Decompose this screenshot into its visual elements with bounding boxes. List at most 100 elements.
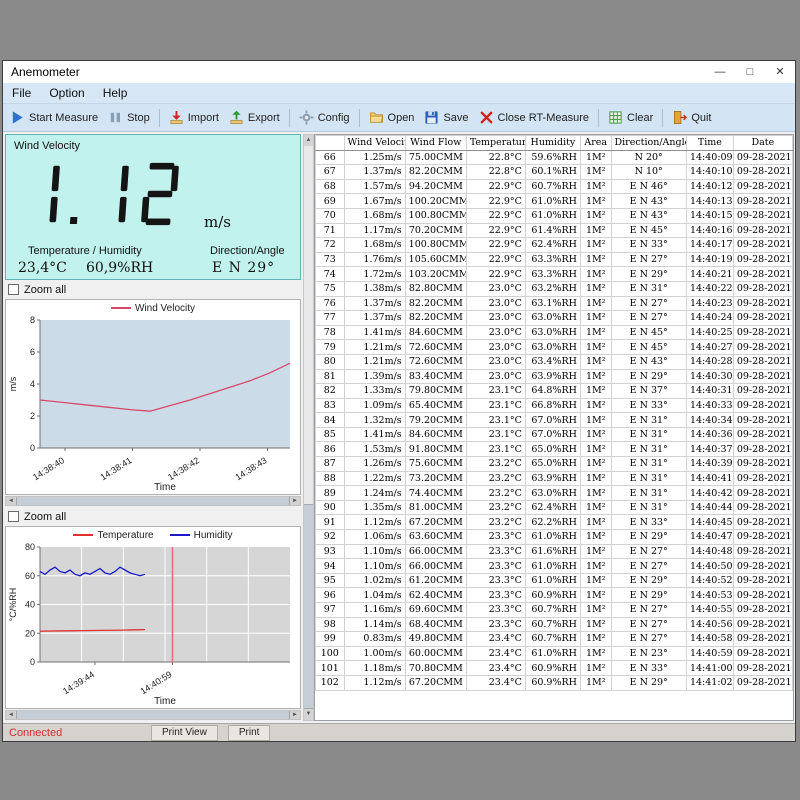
- quit-button[interactable]: Quit: [667, 108, 716, 127]
- table-row[interactable]: 741.72m/s103.20CMM22.9°C63.3%RH1M²E N 29…: [316, 267, 793, 282]
- table-cell: 22.9°C: [466, 194, 525, 209]
- table-row[interactable]: 1011.18m/s70.80CMM23.4°C60.9%RH1M²E N 33…: [316, 661, 793, 676]
- maximize-button[interactable]: □: [735, 61, 765, 83]
- table-cell: 14:40:13: [686, 194, 733, 209]
- table-cell: 09-28-2021: [733, 325, 792, 340]
- table-row[interactable]: 881.22m/s73.20CMM23.2°C63.9%RH1M²E N 31°…: [316, 471, 793, 486]
- table-row[interactable]: 971.16m/s69.60CMM23.3°C60.7%RH1M²E N 27°…: [316, 603, 793, 618]
- zoom-all-checkbox-2[interactable]: [8, 511, 19, 522]
- table-row[interactable]: 731.76m/s105.60CMM22.9°C63.3%RH1M²E N 27…: [316, 252, 793, 267]
- print-button[interactable]: Print: [228, 725, 271, 741]
- table-row[interactable]: 981.14m/s68.40CMM23.3°C60.7%RH1M²E N 27°…: [316, 617, 793, 632]
- table-cell: 14:40:58: [686, 632, 733, 647]
- table-cell: 91.80CMM: [405, 442, 466, 457]
- table-cell: 09-28-2021: [733, 384, 792, 399]
- table-row[interactable]: 941.10m/s66.00CMM23.3°C61.0%RH1M²E N 27°…: [316, 559, 793, 574]
- table-cell: 14:40:56: [686, 617, 733, 632]
- start-measure-button[interactable]: Start Measure: [5, 108, 103, 127]
- menu-help[interactable]: Help: [94, 86, 137, 100]
- table-cell: 22.9°C: [466, 252, 525, 267]
- table-row[interactable]: 931.10m/s66.00CMM23.3°C61.6%RH1M²E N 27°…: [316, 544, 793, 559]
- table-row[interactable]: 901.35m/s81.00CMM23.2°C62.4%RH1M²E N 31°…: [316, 500, 793, 515]
- minimize-button[interactable]: —: [705, 61, 735, 83]
- table-row[interactable]: 721.68m/s100.80CMM22.9°C62.4%RH1M²E N 33…: [316, 238, 793, 253]
- table-cell: 60.1%RH: [525, 165, 580, 180]
- table-cell: 14:40:44: [686, 500, 733, 515]
- temp-humidity-chart[interactable]: TemperatureHumidity 020406080°C/%RH14:39…: [5, 526, 301, 709]
- table-row[interactable]: 1001.00m/s60.00CMM23.4°C61.0%RH1M²E N 23…: [316, 646, 793, 661]
- table-cell: 1.06m/s: [344, 530, 405, 545]
- print-view-button[interactable]: Print View: [151, 725, 218, 741]
- chart2-hscrollbar[interactable]: ◄ ►: [5, 710, 301, 720]
- toolbar-button-label: Start Measure: [29, 112, 98, 124]
- table-row[interactable]: 861.53m/s91.80CMM23.1°C65.0%RH1M²E N 31°…: [316, 442, 793, 457]
- table-cell: 14:40:15: [686, 208, 733, 223]
- stop-button[interactable]: Stop: [103, 108, 155, 127]
- table-cell: 63.0%RH: [525, 486, 580, 501]
- table-vscrollbar[interactable]: ▲ ▼: [303, 134, 314, 721]
- clear-button[interactable]: Clear: [603, 108, 658, 127]
- close-rt-measure-button[interactable]: Close RT-Measure: [474, 108, 595, 127]
- scroll-right-icon[interactable]: ►: [290, 711, 300, 719]
- table-row[interactable]: 851.41m/s84.60CMM23.1°C67.0%RH1M²E N 31°…: [316, 427, 793, 442]
- menu-option[interactable]: Option: [40, 86, 93, 100]
- table-cell: 103.20CMM: [405, 267, 466, 282]
- open-button[interactable]: Open: [364, 108, 420, 127]
- table-row[interactable]: 671.37m/s82.20CMM22.8°C60.1%RH1M²N 10°14…: [316, 165, 793, 180]
- table-row[interactable]: 751.38m/s82.80CMM23.0°C63.2%RH1M²E N 31°…: [316, 281, 793, 296]
- table-cell: 81.00CMM: [405, 500, 466, 515]
- table-cell: 99: [316, 632, 345, 647]
- scrollbar-track[interactable]: [304, 146, 313, 709]
- scrollbar-thumb[interactable]: [16, 711, 290, 719]
- table-row[interactable]: 921.06m/s63.60CMM23.3°C61.0%RH1M²E N 29°…: [316, 530, 793, 545]
- import-button[interactable]: Import: [164, 108, 224, 127]
- svg-text:14:38:43: 14:38:43: [234, 455, 269, 482]
- table-cell: 09-28-2021: [733, 150, 792, 165]
- table-row[interactable]: 1021.12m/s67.20CMM23.4°C60.9%RH1M²E N 29…: [316, 675, 793, 690]
- table-row[interactable]: 791.21m/s72.60CMM23.0°C63.0%RH1M²E N 45°…: [316, 340, 793, 355]
- scrollbar-thumb[interactable]: [16, 497, 290, 505]
- chart1-hscrollbar[interactable]: ◄ ►: [5, 496, 301, 506]
- config-button[interactable]: Config: [294, 108, 355, 127]
- scroll-left-icon[interactable]: ◄: [6, 711, 16, 719]
- table-row[interactable]: 811.39m/s83.40CMM23.0°C63.9%RH1M²E N 29°…: [316, 369, 793, 384]
- table-cell: 14:40:48: [686, 544, 733, 559]
- scroll-down-icon[interactable]: ▼: [304, 709, 313, 720]
- table-row[interactable]: 821.33m/s79.80CMM23.1°C64.8%RH1M²E N 37°…: [316, 384, 793, 399]
- table-cell: 09-28-2021: [733, 267, 792, 282]
- table-row[interactable]: 831.09m/s65.40CMM23.1°C66.8%RH1M²E N 33°…: [316, 398, 793, 413]
- table-row[interactable]: 911.12m/s67.20CMM23.2°C62.2%RH1M²E N 33°…: [316, 515, 793, 530]
- table-cell: 94.20CMM: [405, 179, 466, 194]
- table-row[interactable]: 801.21m/s72.60CMM23.0°C63.4%RH1M²E N 43°…: [316, 354, 793, 369]
- table-row[interactable]: 711.17m/s70.20CMM22.9°C61.4%RH1M²E N 45°…: [316, 223, 793, 238]
- scroll-up-icon[interactable]: ▲: [304, 135, 313, 146]
- table-row[interactable]: 841.32m/s79.20CMM23.1°C67.0%RH1M²E N 31°…: [316, 413, 793, 428]
- table-row[interactable]: 781.41m/s84.60CMM23.0°C63.0%RH1M²E N 45°…: [316, 325, 793, 340]
- table-row[interactable]: 701.68m/s100.80CMM22.9°C61.0%RH1M²E N 43…: [316, 208, 793, 223]
- scroll-left-icon[interactable]: ◄: [6, 497, 16, 505]
- close-button[interactable]: ✕: [765, 61, 795, 83]
- table-row[interactable]: 761.37m/s82.20CMM23.0°C63.1%RH1M²E N 27°…: [316, 296, 793, 311]
- zoom-all-checkbox-1[interactable]: [8, 284, 19, 295]
- table-row[interactable]: 951.02m/s61.20CMM23.3°C61.0%RH1M²E N 29°…: [316, 573, 793, 588]
- save-button[interactable]: Save: [419, 108, 473, 127]
- table-cell: 09-28-2021: [733, 661, 792, 676]
- table-cell: 72.60CMM: [405, 340, 466, 355]
- table-row[interactable]: 891.24m/s74.40CMM23.2°C63.0%RH1M²E N 31°…: [316, 486, 793, 501]
- table-cell: 14:40:09: [686, 150, 733, 165]
- wind-velocity-chart[interactable]: Wind Velocity 02468m/s14:38:4014:38:4114…: [5, 299, 301, 495]
- scroll-right-icon[interactable]: ►: [290, 497, 300, 505]
- menu-file[interactable]: File: [3, 86, 40, 100]
- table-row[interactable]: 871.26m/s75.60CMM23.2°C65.0%RH1M²E N 31°…: [316, 457, 793, 472]
- scrollbar-thumb[interactable]: [304, 504, 313, 709]
- table-row[interactable]: 661.25m/s75.00CMM22.8°C59.6%RH1M²N 20°14…: [316, 150, 793, 165]
- table-cell: 1M²: [580, 530, 611, 545]
- table-row[interactable]: 681.57m/s94.20CMM22.9°C60.7%RH1M²E N 46°…: [316, 179, 793, 194]
- table-cell: 14:40:45: [686, 515, 733, 530]
- export-button[interactable]: Export: [224, 108, 285, 127]
- table-row[interactable]: 691.67m/s100.20CMM22.9°C61.0%RH1M²E N 43…: [316, 194, 793, 209]
- table-row[interactable]: 990.83m/s49.80CMM23.4°C60.7%RH1M²E N 27°…: [316, 632, 793, 647]
- table-row[interactable]: 961.04m/s62.40CMM23.3°C60.9%RH1M²E N 29°…: [316, 588, 793, 603]
- table-row[interactable]: 771.37m/s82.20CMM23.0°C63.0%RH1M²E N 27°…: [316, 311, 793, 326]
- title-bar[interactable]: Anemometer — □ ✕: [3, 61, 795, 83]
